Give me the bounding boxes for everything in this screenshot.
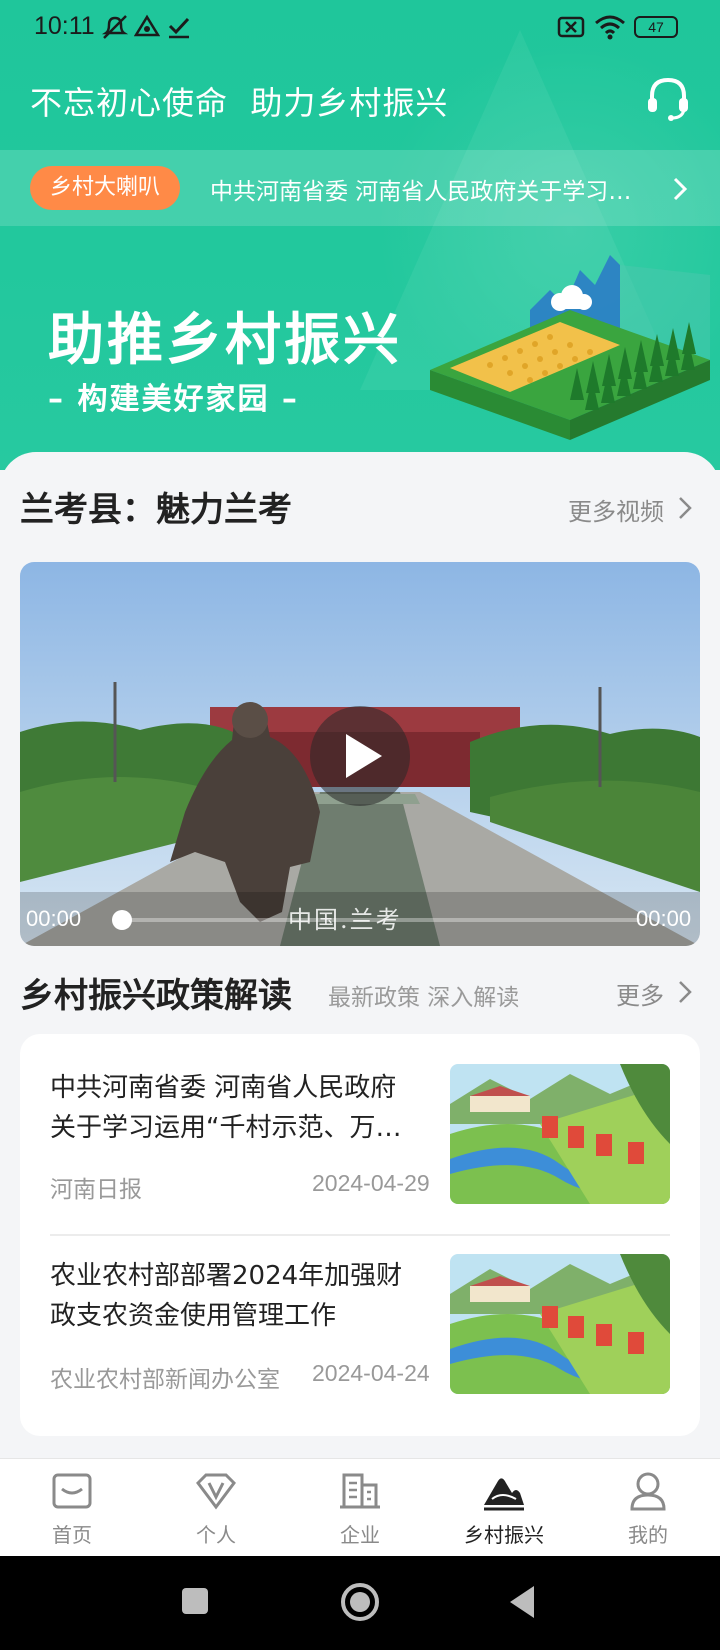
chevron-right-icon[interactable] [668, 174, 692, 204]
news-thumbnail[interactable] [450, 1254, 670, 1394]
news-title[interactable]: 中共河南省委 河南省人民政府关于学习运用“千村示范、万村整治”工程经验 [50, 1068, 420, 1148]
notice-text[interactable]: 中共河南省委 河南省人民政府关于学习运用“千村示范、万村整治”工程经验 [210, 172, 650, 206]
user-icon [630, 1472, 666, 1511]
news-thumbnail[interactable] [450, 1064, 670, 1204]
back-icon[interactable] [506, 1584, 538, 1620]
mountain-icon [484, 1478, 524, 1511]
chevron-right-icon[interactable] [676, 494, 694, 522]
tab-label: 个人 [196, 1523, 236, 1547]
farmland-illustration [430, 255, 710, 440]
video-progress-handle[interactable] [112, 910, 132, 930]
news-source: 河南日报 [50, 1177, 142, 1203]
wifi-icon [595, 15, 625, 40]
video-progress-bar[interactable] [120, 918, 640, 922]
headset-icon[interactable] [644, 74, 692, 122]
app-slogan: 不忘初心使命 助力乡村振兴 [30, 84, 449, 122]
tab-personal[interactable]: 个人 [144, 1459, 288, 1557]
news-date: 2024-04-24 [312, 1360, 430, 1386]
video-player[interactable]: 中国.兰考 00:00 00:00 [20, 562, 700, 946]
tab-label: 企业 [340, 1523, 380, 1547]
tab-label: 我的 [628, 1523, 668, 1547]
policy-list: 中共河南省委 河南省人民政府关于学习运用“千村示范、万村整治”工程经验 河南日报… [20, 1034, 700, 1436]
notice-bar[interactable]: 乡村大喇叭 中共河南省委 河南省人民政府关于学习运用“千村示范、万村整治”工程经… [0, 150, 720, 226]
personal-v-icon [196, 1473, 236, 1510]
battery-level: 47 [648, 19, 664, 35]
sim-off-icon [557, 16, 585, 38]
play-icon [346, 734, 382, 778]
banner-subtitle: – 构建美好家园 – [48, 382, 299, 417]
home-icon [52, 1473, 92, 1509]
more-videos-link[interactable]: 更多视频 [568, 492, 664, 527]
policy-section-subtitle: 最新政策 深入解读 [328, 985, 520, 1011]
news-title[interactable]: 农业农村部部署2024年加强财政支农资金使用管理工作 [50, 1256, 420, 1336]
tab-label: 首页 [52, 1523, 92, 1547]
tab-mine[interactable]: 我的 [576, 1459, 720, 1557]
home-button-icon[interactable] [340, 1582, 380, 1622]
triangle-icon [134, 14, 160, 37]
video-duration: 00:00 [636, 906, 692, 931]
chevron-right-icon[interactable] [676, 978, 694, 1006]
bottom-tab-bar: 首页 个人 企业 乡村振兴 我的 [0, 1458, 720, 1556]
header-banner: 10:11 47 不忘初心使命 助力乡村振兴 乡村大喇叭 中共河南省委 河南省人… [0, 0, 720, 470]
battery-icon: 47 [634, 16, 678, 38]
rural-scene-image [450, 1254, 670, 1394]
recent-apps-icon[interactable] [180, 1586, 210, 1616]
policy-section-title: 乡村振兴政策解读 [20, 976, 292, 1016]
tab-rural-revitalization[interactable]: 乡村振兴 [432, 1459, 576, 1557]
tab-label: 乡村振兴 [464, 1523, 544, 1547]
list-item[interactable]: 农业农村部部署2024年加强财政支农资金使用管理工作 农业农村部新闻办公室 20… [20, 1236, 700, 1426]
more-policies-link[interactable]: 更多 [616, 976, 664, 1011]
news-date: 2024-04-29 [312, 1170, 430, 1196]
list-item[interactable]: 中共河南省委 河南省人民政府关于学习运用“千村示范、万村整治”工程经验 河南日报… [20, 1034, 700, 1236]
play-button[interactable] [310, 706, 410, 806]
mute-icon [101, 15, 129, 39]
news-source: 农业农村部新闻办公室 [50, 1367, 280, 1393]
system-navigation-bar [0, 1556, 720, 1650]
status-bar: 10:11 47 [0, 0, 720, 56]
rural-scene-image [450, 1064, 670, 1204]
video-section-title: 兰考县：魅力兰考 [20, 490, 292, 530]
building-icon [340, 1473, 380, 1509]
banner-title: 助推乡村振兴 [48, 308, 402, 373]
status-time: 10:11 [34, 12, 95, 40]
tab-enterprise[interactable]: 企业 [288, 1459, 432, 1557]
tab-home[interactable]: 首页 [0, 1459, 144, 1557]
notice-tag: 乡村大喇叭 [30, 166, 181, 210]
check-icon [168, 17, 190, 39]
video-current-time: 00:00 [26, 906, 82, 931]
